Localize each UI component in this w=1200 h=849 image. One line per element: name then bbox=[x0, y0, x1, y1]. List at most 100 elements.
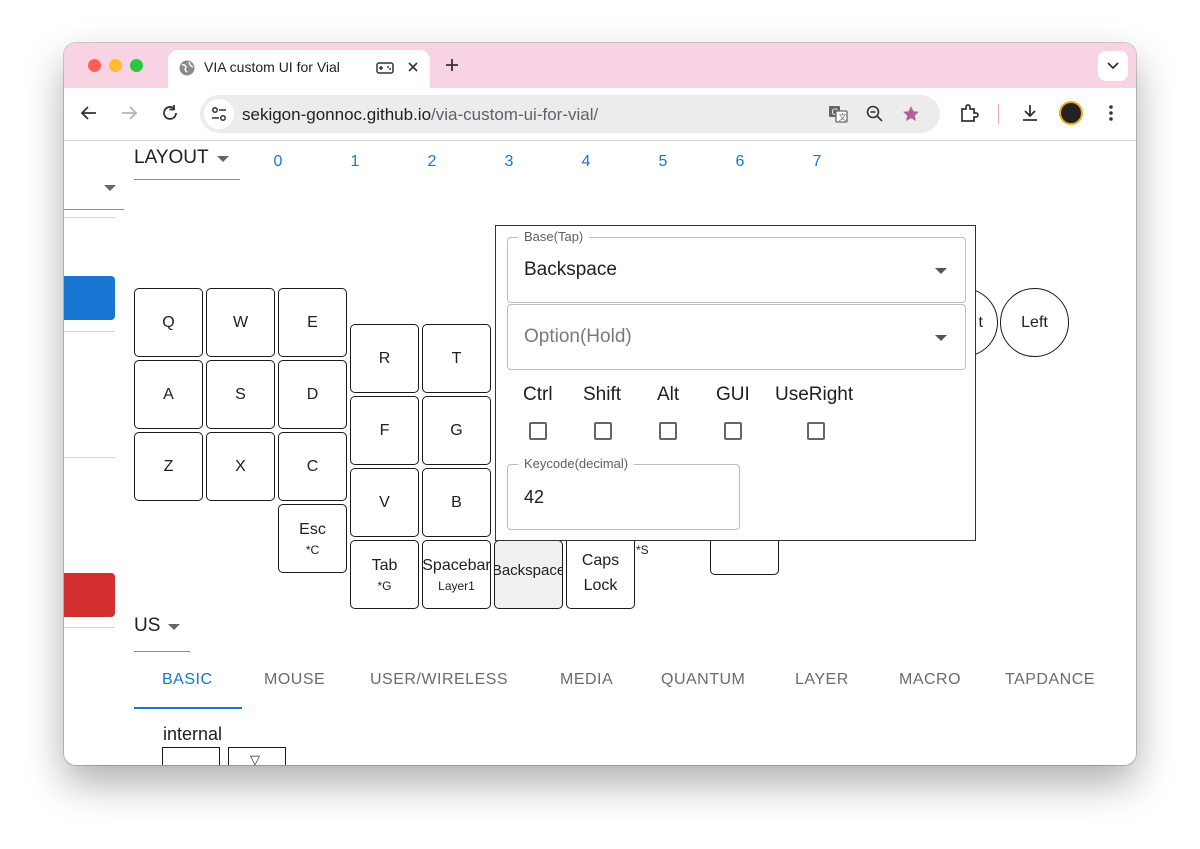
layer-tab-7[interactable]: 7 bbox=[802, 153, 832, 171]
option-hold-select[interactable]: Option(Hold) bbox=[507, 304, 966, 370]
key-tab[interactable]: Tab *G bbox=[350, 540, 419, 609]
key-d[interactable]: D bbox=[278, 360, 347, 429]
shift-checkbox[interactable] bbox=[594, 422, 612, 440]
layer-tab-0[interactable]: 0 bbox=[263, 153, 293, 171]
base-tap-select[interactable]: Base(Tap) Backspace bbox=[507, 229, 966, 303]
tab-basic[interactable]: BASIC bbox=[162, 671, 213, 689]
layer-tab-3[interactable]: 3 bbox=[494, 153, 524, 171]
tab-mouse[interactable]: MOUSE bbox=[264, 671, 325, 689]
gui-checkbox[interactable] bbox=[724, 422, 742, 440]
tab-tapdance[interactable]: TAPDANCE bbox=[1005, 671, 1095, 689]
keycode-input[interactable]: Keycode(decimal) 42 bbox=[507, 456, 740, 530]
layer-tab-6[interactable]: 6 bbox=[725, 153, 755, 171]
more-vert-icon[interactable] bbox=[1100, 102, 1122, 124]
tab-search-button[interactable] bbox=[1098, 51, 1128, 81]
layer-tab-4[interactable]: 4 bbox=[571, 153, 601, 171]
key-e[interactable]: E bbox=[278, 288, 347, 357]
tab-user-wireless[interactable]: USER/WIRELESS bbox=[370, 671, 508, 689]
sidebar-divider bbox=[64, 331, 115, 332]
bookmark-star-icon[interactable] bbox=[901, 104, 921, 124]
chevron-down-icon bbox=[1107, 62, 1119, 70]
tab-macro[interactable]: MACRO bbox=[899, 671, 961, 689]
key-sublabel: *S bbox=[636, 543, 649, 557]
key-backspace[interactable]: Backspace bbox=[494, 540, 563, 609]
internal-section-label: internal bbox=[163, 724, 223, 744]
key-label: Left bbox=[1021, 313, 1048, 331]
layout-select-label: LAYOUT bbox=[134, 147, 209, 168]
ctrl-checkbox[interactable] bbox=[529, 422, 547, 440]
layer-tab-2[interactable]: 2 bbox=[417, 153, 447, 171]
url-path: /via-custom-ui-for-vial/ bbox=[431, 105, 599, 124]
sidebar-primary-button[interactable] bbox=[64, 276, 115, 320]
caret-down-icon bbox=[935, 335, 947, 341]
key-esc[interactable]: Esc *C bbox=[278, 504, 347, 573]
download-icon[interactable] bbox=[1019, 102, 1041, 124]
minimize-window-button[interactable] bbox=[109, 59, 122, 72]
maximize-window-button[interactable] bbox=[130, 59, 143, 72]
caret-down-icon bbox=[216, 155, 229, 162]
key-g[interactable]: G bbox=[422, 396, 491, 465]
caret-down-icon bbox=[168, 623, 181, 630]
key-b[interactable]: B bbox=[422, 468, 491, 537]
translate-icon[interactable]: G 文 bbox=[828, 104, 848, 124]
layer-tab-5[interactable]: 5 bbox=[648, 153, 678, 171]
plus-icon[interactable] bbox=[442, 55, 462, 75]
tab-title: VIA custom UI for Vial bbox=[204, 59, 340, 75]
key-capslock[interactable]: Caps Lock bbox=[566, 540, 635, 609]
back-arrow-icon[interactable] bbox=[78, 102, 100, 124]
close-icon[interactable] bbox=[404, 58, 422, 76]
key-q[interactable]: Q bbox=[134, 288, 203, 357]
browser-tab[interactable]: VIA custom UI for Vial bbox=[168, 50, 430, 88]
key-a[interactable]: A bbox=[134, 360, 203, 429]
alt-checkbox[interactable] bbox=[659, 422, 677, 440]
sidebar-select-underline bbox=[64, 209, 124, 210]
key-x[interactable]: X bbox=[206, 432, 275, 501]
modifier-label-useright: UseRight bbox=[775, 384, 854, 405]
key-label: T bbox=[451, 349, 462, 367]
keyboard-language-select[interactable]: US bbox=[134, 615, 190, 652]
reload-icon[interactable] bbox=[159, 102, 181, 124]
sidebar-divider bbox=[64, 627, 115, 628]
useright-checkbox[interactable] bbox=[807, 422, 825, 440]
sidebar-danger-button[interactable] bbox=[64, 573, 115, 617]
key-left[interactable]: Left bbox=[1000, 288, 1069, 357]
key-t[interactable]: T bbox=[422, 324, 491, 393]
layer-tab-1[interactable]: 1 bbox=[340, 153, 370, 171]
extensions-puzzle-icon[interactable] bbox=[958, 102, 980, 124]
key-f[interactable]: F bbox=[350, 396, 419, 465]
tab-quantum[interactable]: QUANTUM bbox=[661, 671, 745, 689]
base-tap-value: Backspace bbox=[524, 259, 617, 280]
key-label: Caps Lock bbox=[581, 552, 620, 594]
forward-arrow-icon[interactable] bbox=[118, 102, 140, 124]
key-c[interactable]: C bbox=[278, 432, 347, 501]
key-partial[interactable] bbox=[710, 540, 779, 575]
address-bar[interactable]: sekigon-gonnoc.github.io/via-custom-ui-f… bbox=[200, 95, 940, 133]
zoom-out-icon[interactable] bbox=[865, 104, 885, 124]
active-tab-indicator bbox=[134, 707, 242, 709]
key-z[interactable]: Z bbox=[134, 432, 203, 501]
svg-text:文: 文 bbox=[839, 112, 847, 122]
close-window-button[interactable] bbox=[88, 59, 101, 72]
key-s[interactable]: S bbox=[206, 360, 275, 429]
internal-key[interactable] bbox=[162, 747, 220, 765]
key-label: A bbox=[163, 385, 174, 403]
key-v[interactable]: V bbox=[350, 468, 419, 537]
toolbar-divider bbox=[998, 104, 999, 124]
key-label: R bbox=[378, 349, 391, 367]
internal-key[interactable]: ▽ bbox=[228, 747, 286, 765]
browser-window: VIA custom UI for Vial sekigon-gonnoc.gi… bbox=[64, 43, 1136, 765]
tune-icon bbox=[212, 107, 226, 121]
tab-media[interactable]: MEDIA bbox=[560, 671, 613, 689]
url-text: sekigon-gonnoc.github.io/via-custom-ui-f… bbox=[242, 105, 598, 125]
layout-select[interactable]: LAYOUT bbox=[134, 147, 240, 180]
site-info-button[interactable] bbox=[204, 99, 234, 129]
url-host: sekigon-gonnoc.github.io bbox=[242, 105, 432, 124]
tab-layer[interactable]: LAYER bbox=[795, 671, 849, 689]
key-sublabel: Layer1 bbox=[438, 578, 475, 593]
profile-avatar[interactable] bbox=[1059, 101, 1083, 125]
key-spacebar[interactable]: Spacebar Layer1 bbox=[422, 540, 491, 609]
key-w[interactable]: W bbox=[206, 288, 275, 357]
key-r[interactable]: R bbox=[350, 324, 419, 393]
key-label: Backspace bbox=[494, 561, 563, 579]
sidebar-select-arrow[interactable] bbox=[104, 185, 116, 191]
